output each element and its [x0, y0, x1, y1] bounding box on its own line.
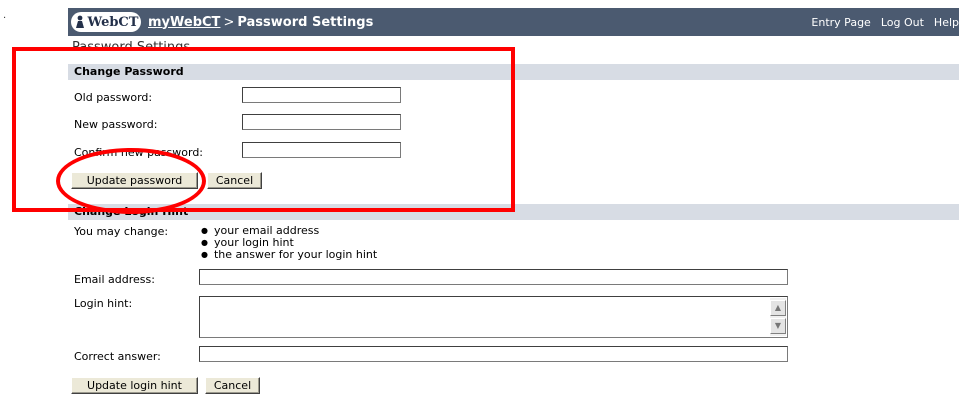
breadcrumb-current: Password Settings: [237, 14, 374, 30]
list-item: the answer for your login hint: [201, 249, 377, 261]
textarea-scrollbar[interactable]: ▲ ▼: [770, 298, 786, 336]
section-heading-login-hint: Change Login Hint: [68, 204, 959, 220]
changeable-items-list: your email address your login hint the a…: [201, 225, 377, 261]
nav-log-out[interactable]: Log Out: [881, 16, 924, 29]
logo-text: WebCT: [87, 14, 139, 30]
top-bar: WebCT myWebCT > Password Settings Entry Pa…: [68, 8, 959, 36]
top-nav: Entry Page Log Out Help: [801, 8, 959, 36]
correct-answer-input[interactable]: [199, 346, 788, 362]
email-label: Email address:: [74, 273, 155, 286]
email-input[interactable]: [199, 269, 788, 285]
breadcrumb: myWebCT > Password Settings: [148, 15, 373, 30]
section-heading-change-password: Change Password: [68, 64, 959, 80]
login-hint-label: Login hint:: [74, 297, 133, 310]
page-title: Password Settings: [72, 40, 191, 51]
cancel-password-button[interactable]: Cancel: [207, 172, 262, 189]
stray-dot: .: [3, 10, 7, 21]
person-icon: [75, 15, 84, 28]
webct-logo[interactable]: WebCT: [71, 12, 141, 32]
old-password-label: Old password:: [74, 91, 153, 104]
breadcrumb-separator: >: [223, 14, 235, 30]
correct-answer-label: Correct answer:: [74, 350, 161, 363]
nav-help[interactable]: Help: [934, 16, 959, 29]
update-password-button[interactable]: Update password: [71, 172, 198, 189]
update-login-hint-button[interactable]: Update login hint: [71, 377, 198, 394]
old-password-input[interactable]: [242, 87, 401, 103]
new-password-label: New password:: [74, 118, 158, 131]
scroll-up-icon[interactable]: ▲: [770, 300, 786, 316]
confirm-password-label: Confirm new password:: [74, 146, 204, 159]
cancel-login-hint-button[interactable]: Cancel: [205, 377, 260, 394]
confirm-password-input[interactable]: [242, 142, 401, 158]
nav-entry-page[interactable]: Entry Page: [811, 16, 870, 29]
may-change-label: You may change:: [74, 225, 169, 238]
breadcrumb-link-mywebct[interactable]: myWebCT: [148, 15, 220, 30]
login-hint-textarea[interactable]: ▲ ▼: [199, 296, 788, 338]
new-password-input[interactable]: [242, 114, 401, 130]
scroll-down-icon[interactable]: ▼: [770, 318, 786, 334]
